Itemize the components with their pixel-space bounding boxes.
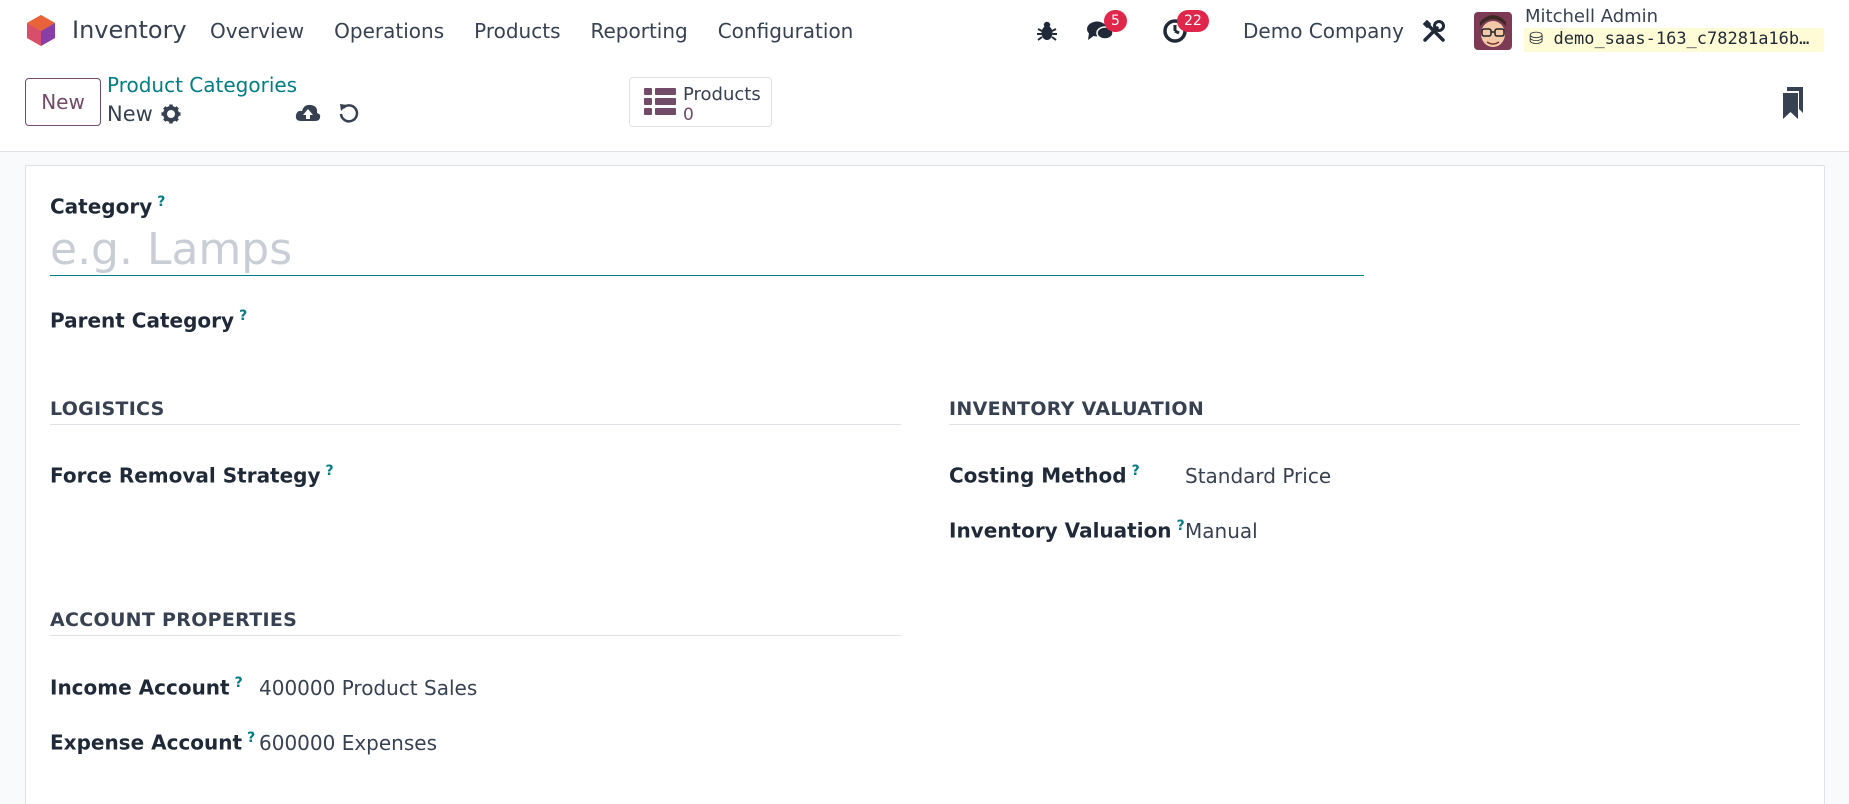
form-sheet: Category? Parent Category? LOGISTICS For…	[25, 165, 1825, 804]
accounts-divider	[50, 635, 901, 636]
costing-method-label-text: Costing Method	[949, 463, 1127, 488]
costing-method-label: Costing Method?	[949, 463, 1140, 488]
valuation-section-title: INVENTORY VALUATION	[949, 398, 1205, 420]
database-badge: ⛁ demo_saas-163_c78281a16b…	[1524, 28, 1824, 52]
expense-account-label-text: Expense Account	[50, 730, 243, 755]
top-navbar: Inventory Overview Operations Products R…	[0, 0, 1849, 62]
parent-category-label: Parent Category?	[50, 308, 247, 333]
parent-category-help[interactable]: ?	[239, 308, 247, 324]
tools-icon[interactable]	[1422, 19, 1446, 43]
main-menu: Overview Operations Products Reporting C…	[210, 19, 883, 43]
inventory-app-icon[interactable]	[26, 14, 56, 47]
costing-method-value[interactable]: Standard Price	[1185, 464, 1331, 488]
logistics-section-title: LOGISTICS	[50, 398, 165, 420]
expense-account-help[interactable]: ?	[247, 730, 255, 746]
smart-button-count: 0	[683, 105, 694, 125]
category-label: Category?	[50, 194, 165, 219]
breadcrumb-current: New	[107, 102, 153, 126]
inventory-valuation-help[interactable]: ?	[1177, 518, 1185, 534]
expense-account-label: Expense Account?	[50, 730, 255, 755]
removal-strategy-help[interactable]: ?	[326, 463, 334, 479]
removal-strategy-label: Force Removal Strategy?	[50, 463, 334, 488]
menu-reporting[interactable]: Reporting	[590, 19, 687, 43]
avatar[interactable]	[1474, 12, 1512, 50]
database-name: demo_saas-163_c78281a16b…	[1553, 29, 1810, 49]
gear-icon[interactable]	[161, 104, 181, 124]
category-name-input[interactable]	[50, 224, 1364, 276]
database-icon: ⛁	[1529, 29, 1544, 49]
income-account-label: Income Account?	[50, 675, 243, 700]
income-account-label-text: Income Account	[50, 675, 230, 700]
income-account-help[interactable]: ?	[235, 675, 243, 691]
bookmark-icon[interactable]	[1781, 87, 1805, 119]
menu-overview[interactable]: Overview	[210, 19, 304, 43]
inventory-valuation-label: Inventory Valuation?	[949, 518, 1185, 543]
smart-button-label: Products	[683, 84, 761, 105]
menu-products[interactable]: Products	[474, 19, 560, 43]
inventory-valuation-value[interactable]: Manual	[1185, 519, 1258, 543]
user-avatar-icon	[1474, 12, 1512, 50]
company-switcher[interactable]: Demo Company	[1243, 19, 1404, 43]
control-panel: New Product Categories New Products 0	[0, 62, 1849, 152]
menu-configuration[interactable]: Configuration	[718, 19, 854, 43]
parent-category-label-text: Parent Category	[50, 308, 235, 333]
products-smart-button[interactable]: Products 0	[629, 77, 772, 127]
discard-undo-icon[interactable]	[338, 102, 360, 124]
valuation-divider	[949, 424, 1800, 425]
list-icon	[644, 88, 676, 115]
expense-account-value[interactable]: 600000 Expenses	[259, 731, 437, 755]
new-button[interactable]: New	[25, 78, 101, 126]
messages-badge: 5	[1104, 10, 1127, 32]
save-cloud-icon[interactable]	[295, 102, 321, 124]
breadcrumb-parent[interactable]: Product Categories	[107, 73, 297, 97]
category-help[interactable]: ?	[157, 194, 165, 210]
app-name[interactable]: Inventory	[72, 16, 187, 44]
menu-operations[interactable]: Operations	[334, 19, 444, 43]
logistics-divider	[50, 424, 901, 425]
user-name[interactable]: Mitchell Admin	[1525, 6, 1658, 27]
costing-method-help[interactable]: ?	[1132, 463, 1140, 479]
activities-badge: 22	[1177, 10, 1209, 32]
income-account-value[interactable]: 400000 Product Sales	[259, 676, 477, 700]
bug-icon[interactable]	[1036, 20, 1058, 42]
category-label-text: Category	[50, 194, 153, 219]
removal-strategy-label-text: Force Removal Strategy	[50, 463, 321, 488]
accounts-section-title: ACCOUNT PROPERTIES	[50, 609, 298, 631]
inventory-valuation-label-text: Inventory Valuation	[949, 518, 1172, 543]
